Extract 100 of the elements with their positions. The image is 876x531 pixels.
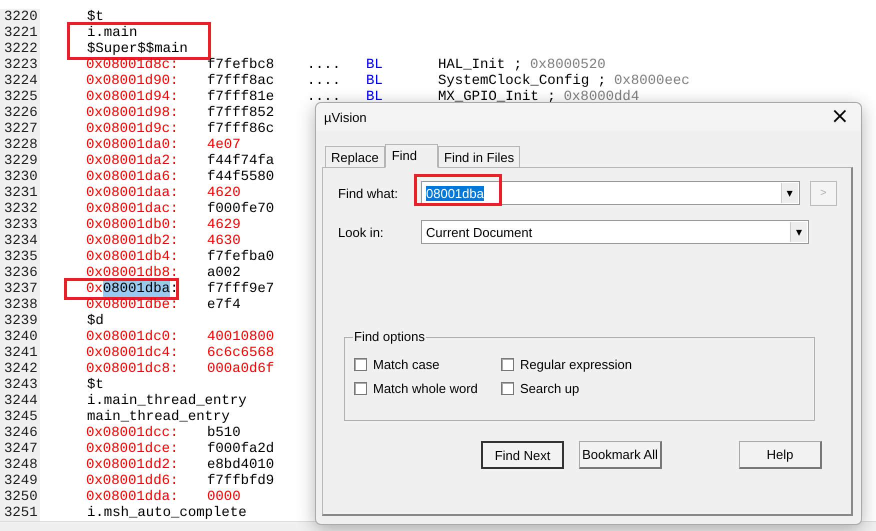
line-number: 3232 [0,201,40,217]
address: 0x08001dda: [86,489,180,505]
line-number: 3223 [0,57,40,73]
line-number: 3225 [0,89,40,105]
address: 0x08001da0: [86,137,180,153]
checkbox[interactable] [354,382,367,395]
line-number: 3250 [0,489,40,505]
find-what-combo[interactable]: 08001dba ▾ [421,181,800,205]
dots: .... [307,73,342,89]
hex-value: f7fff81e [207,89,276,105]
line-number: 3220 [0,9,40,25]
comment: 0x8000eec [614,73,690,89]
hex-value: f44f74fa [207,153,276,169]
line-number: 3243 [0,377,40,393]
hex-value: f7ffbfd9 [207,473,276,489]
hex-value: f7fff8ac [207,73,276,89]
look-in-combo[interactable]: Current Document ▾ [421,220,809,244]
dots: .... [307,57,342,73]
address: 0x08001db0: [86,217,180,233]
hex-value: f7fff9e7 [207,281,276,297]
line-number: 3247 [0,441,40,457]
hex-value: e8bd4010 [207,457,276,473]
line-number: 3221 [0,25,40,41]
checkbox-label: Match case [373,357,440,372]
address: 0x08001d98: [86,105,180,121]
line-number: 3224 [0,73,40,89]
line-number: 3245 [0,409,40,425]
tab[interactable]: Find in Files [438,146,520,167]
code-label: $d [87,313,104,329]
dialog-button[interactable]: Bookmark All [579,441,662,469]
address: 0x08001d90: [86,73,180,89]
line-number: 3233 [0,217,40,233]
group-title: Find options [353,329,426,344]
line-number: 3235 [0,249,40,265]
address: 0x08001db4: [86,249,180,265]
code-label: i.msh_auto_complete [87,505,247,521]
address: 0x08001dce: [86,441,180,457]
hex-value: 4630 [207,233,242,249]
field-label: Find what: [338,186,399,200]
hex-value: b510 [207,425,242,441]
code-label: main_thread_entry [87,409,230,425]
hex-value: f7fefba0 [207,249,276,265]
dialog-button[interactable]: Find Next [481,441,564,469]
address: 0x08001d94: [86,89,180,105]
address: 0x08001d8c: [86,57,180,73]
hex-value: f44f5580 [207,169,276,185]
dropdown-button[interactable]: ▾ [790,222,807,242]
code-label: $t [87,9,104,25]
line-number: 3237 [0,281,40,297]
line-number: 3234 [0,233,40,249]
address: 0x08001dd6: [86,473,180,489]
line-number: 3226 [0,105,40,121]
hex-value: 40010800 [207,329,276,345]
address: 0x08001dd2: [86,457,180,473]
line-number: 3228 [0,137,40,153]
hex-value: 4e07 [207,137,242,153]
field-label: Look in: [338,224,385,240]
comment: 0x8000520 [530,57,606,73]
line-number: 3229 [0,153,40,169]
operand: SystemClock_Config ; [438,73,606,89]
hex-value: f000fa2d [207,441,276,457]
line-number: 3238 [0,297,40,313]
window-title: µVision [324,110,367,124]
checkbox-label: Search up [520,381,580,396]
line-number: 3244 [0,393,40,409]
hex-value: 4620 [207,185,242,201]
address: 0x08001d9c: [86,121,180,137]
dialog-button[interactable]: Help [739,441,822,469]
checkbox[interactable] [501,382,514,395]
hex-value: f7fff852 [207,105,276,121]
address: 0x08001db8: [86,265,180,281]
tab[interactable]: Replace [325,146,385,167]
dots: .... [307,89,342,105]
address: 0x08001db2: [86,233,180,249]
address: 0x08001dc8: [86,361,180,377]
hex-value: 6c6c6568 [207,345,276,361]
mnemonic: BL [366,57,384,73]
checkbox[interactable] [501,358,514,371]
dropdown-button[interactable]: ▾ [780,183,798,203]
address: 0x08001dc0: [86,329,180,345]
line-number: 3246 [0,425,40,441]
tab[interactable]: Find [384,144,438,168]
address: 0x08001da2: [86,153,180,169]
code-label: $t [87,377,104,393]
hex-value: a002 [207,265,242,281]
checkbox[interactable] [354,358,367,371]
hex-value: f000fe70 [207,201,276,217]
hex-value: 0000 [207,489,242,505]
hex-value: e7f4 [207,297,242,313]
code-label: i.main_thread_entry [87,393,247,409]
mnemonic: BL [366,73,384,89]
line-number: 3222 [0,41,40,57]
line-number: 3231 [0,185,40,201]
close-button[interactable]: × [826,106,853,128]
address: 0x08001dc4: [86,345,180,361]
line-number: 3239 [0,313,40,329]
code-label: i.main [87,25,138,41]
line-number: 3251 [0,505,40,521]
line-number: 3249 [0,473,40,489]
line-number: 3241 [0,345,40,361]
